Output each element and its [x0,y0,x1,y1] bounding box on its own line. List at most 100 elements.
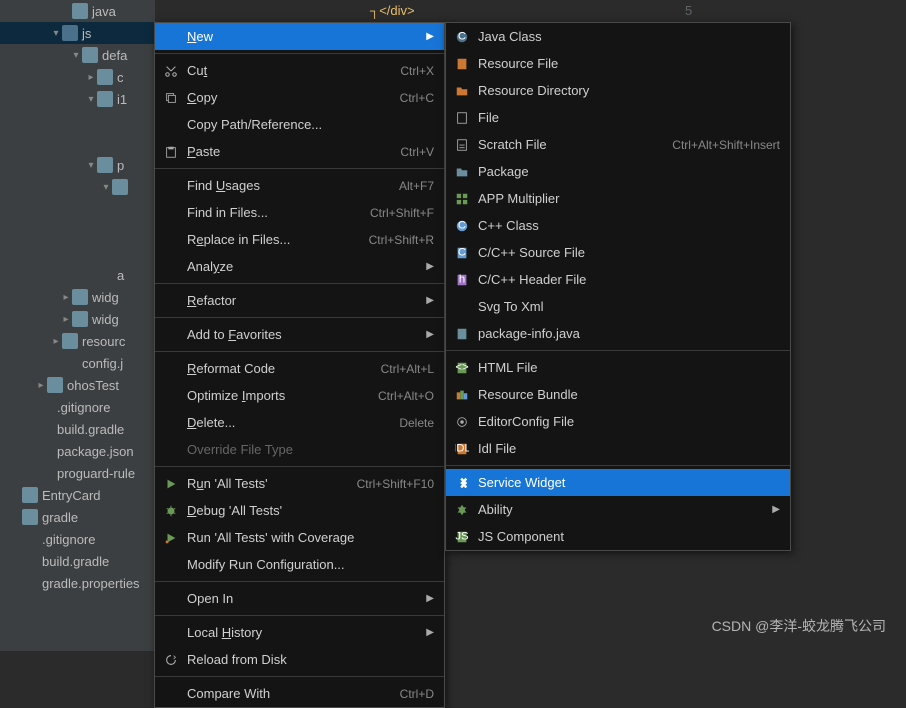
menu-item[interactable]: Compare WithCtrl+D [155,680,444,707]
menu-item[interactable]: EditorConfig File [446,408,790,435]
menu-label: Java Class [478,29,780,44]
tree-item[interactable]: proguard-rule [0,462,155,484]
tree-arrow[interactable]: ▾ [50,28,62,39]
tree-item[interactable]: ▸c [0,66,155,88]
tree-item[interactable]: ▾defa [0,44,155,66]
menu-item[interactable]: Modify Run Configuration... [155,551,444,578]
menu-item[interactable]: New▶ [155,23,444,50]
tree-arrow[interactable]: ▾ [70,50,82,61]
cfile-icon: C [452,245,472,261]
menu-item[interactable]: Resource Bundle [446,381,790,408]
menu-item[interactable]: Override File Type [155,436,444,463]
menu-item[interactable]: Copy Path/Reference... [155,111,444,138]
project-tree[interactable]: java▾js▾defa▸c▾i1▾p▾a▸widg▸widg▸resourcc… [0,0,155,651]
menu-item[interactable]: JSJS Component [446,523,790,550]
shortcut: Delete [399,416,434,430]
menu-item[interactable]: Run 'All Tests'Ctrl+Shift+F10 [155,470,444,497]
menu-label: Cut [187,63,400,78]
menu-item[interactable]: CopyCtrl+C [155,84,444,111]
tree-label: build.gradle [57,422,124,437]
context-menu[interactable]: New▶CutCtrl+XCopyCtrl+CCopy Path/Referen… [154,22,445,708]
menu-item[interactable]: Open In▶ [155,585,444,612]
new-submenu[interactable]: CJava ClassResource FileResource Directo… [445,22,791,551]
tree-item[interactable]: ▾i1 [0,88,155,110]
tree-item[interactable] [0,198,155,220]
menu-item[interactable]: PasteCtrl+V [155,138,444,165]
menu-item[interactable]: Reformat CodeCtrl+Alt+L [155,355,444,382]
menu-item[interactable]: Analyze▶ [155,253,444,280]
menu-item[interactable]: APP Multiplier [446,185,790,212]
menu-item[interactable]: Package [446,158,790,185]
menu-item[interactable]: Ability▶ [446,496,790,523]
tree-arrow[interactable]: ▸ [85,72,97,83]
tree-item[interactable]: gradle [0,506,155,528]
cut-icon [161,63,181,79]
tree-arrow[interactable]: ▸ [60,314,72,325]
menu-label: Resource File [478,56,780,71]
tree-arrow[interactable]: ▾ [85,160,97,171]
code-line[interactable]: ┐</div> [330,0,906,22]
tree-item[interactable]: ▸resourc [0,330,155,352]
menu-item[interactable]: Scratch FileCtrl+Alt+Shift+Insert [446,131,790,158]
menu-item[interactable]: CutCtrl+X [155,57,444,84]
tree-item[interactable] [0,110,155,132]
tree-item[interactable]: build.gradle [0,418,155,440]
menu-item[interactable]: Debug 'All Tests' [155,497,444,524]
menu-item[interactable]: Resource File [446,50,790,77]
menu-item[interactable]: CC/C++ Source File [446,239,790,266]
menu-item[interactable]: Refactor▶ [155,287,444,314]
jscomp-icon: JS [452,529,472,545]
tree-item[interactable]: ▸widg [0,286,155,308]
menu-item[interactable]: Svg To Xml [446,293,790,320]
tree-item[interactable] [0,132,155,154]
tree-item[interactable]: java [0,0,155,22]
menu-item[interactable]: Find in Files...Ctrl+Shift+F [155,199,444,226]
tree-item[interactable]: EntryCard [0,484,155,506]
menu-item[interactable]: Add to Favorites▶ [155,321,444,348]
tree-item[interactable]: ▾ [0,176,155,198]
tree-arrow[interactable]: ▸ [60,292,72,303]
tree-item[interactable]: a [0,264,155,286]
submenu-arrow-icon: ▶ [426,261,434,272]
tree-arrow[interactable]: ▸ [35,380,47,391]
submenu-arrow-icon: ▶ [426,593,434,604]
folder-icon [62,355,78,371]
tree-item[interactable] [0,242,155,264]
folder-icon [22,487,38,503]
folder-icon [37,443,53,459]
menu-item[interactable]: Resource Directory [446,77,790,104]
menu-item[interactable]: Find UsagesAlt+F7 [155,172,444,199]
menu-label: Reformat Code [187,361,381,376]
menu-item[interactable]: CC++ Class [446,212,790,239]
menu-item[interactable]: CJava Class [446,23,790,50]
menu-item[interactable]: Delete...Delete [155,409,444,436]
menu-item[interactable]: hC/C++ Header File [446,266,790,293]
tree-item[interactable]: config.j [0,352,155,374]
tree-item[interactable]: .gitignore [0,528,155,550]
tree-item[interactable]: gradle.properties [0,572,155,594]
tree-item[interactable]: package.json [0,440,155,462]
menu-item[interactable]: Service Widget [446,469,790,496]
menu-item[interactable]: Run 'All Tests' with Coverage [155,524,444,551]
tree-item[interactable]: .gitignore [0,396,155,418]
shortcut: Ctrl+X [400,64,434,78]
menu-item[interactable]: Local History▶ [155,619,444,646]
tree-arrow[interactable]: ▾ [85,94,97,105]
tree-item[interactable]: ▾js [0,22,155,44]
tree-item[interactable]: ▾p [0,154,155,176]
tree-item[interactable]: ▸ohosTest [0,374,155,396]
tree-item[interactable]: build.gradle [0,550,155,572]
tree-arrow[interactable]: ▸ [50,336,62,347]
menu-item[interactable]: Reload from Disk [155,646,444,673]
tree-item[interactable] [0,220,155,242]
menu-item[interactable]: Replace in Files...Ctrl+Shift+R [155,226,444,253]
menu-item[interactable]: Optimize ImportsCtrl+Alt+O [155,382,444,409]
tree-arrow[interactable]: ▾ [100,182,112,193]
folder-icon [82,47,98,63]
menu-item[interactable]: package-info.java [446,320,790,347]
menu-item[interactable]: <>HTML File [446,354,790,381]
tree-item[interactable]: ▸widg [0,308,155,330]
menu-item[interactable]: IDLIdl File [446,435,790,462]
blank-icon [161,232,181,248]
menu-item[interactable]: File [446,104,790,131]
